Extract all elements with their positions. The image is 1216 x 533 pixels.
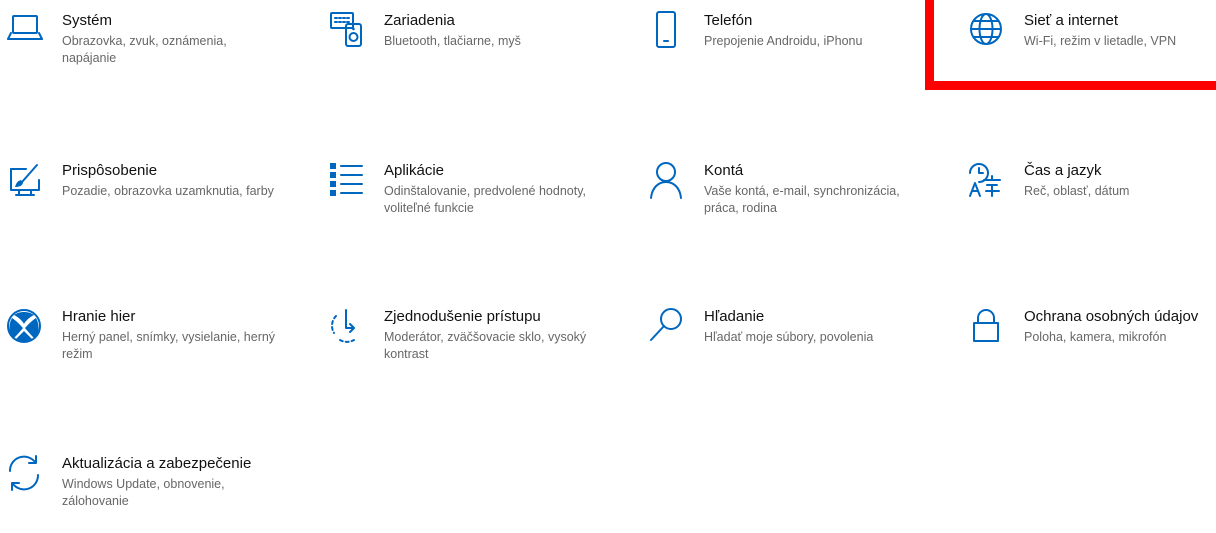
tile-search[interactable]: Hľadanie Hľadať moje súbory, povolenia bbox=[642, 306, 922, 396]
tile-devices[interactable]: Zariadenia Bluetooth, tlačiarne, myš bbox=[322, 10, 602, 100]
laptop-icon bbox=[4, 10, 44, 50]
devices-icon bbox=[326, 10, 366, 50]
tile-description: Herný panel, snímky, vysielanie, herný r… bbox=[62, 330, 276, 361]
tile-title: Čas a jazyk bbox=[1024, 162, 1102, 179]
tile-privacy[interactable]: Ochrana osobných údajov Poloha, kamera, … bbox=[962, 306, 1216, 396]
tile-description: Poloha, kamera, mikrofón bbox=[1024, 330, 1167, 344]
tile-time-language[interactable]: Čas a jazyk Reč, oblasť, dátum bbox=[962, 160, 1216, 250]
tile-title: Zjednodušenie prístupu bbox=[384, 308, 541, 325]
tile-description: Reč, oblasť, dátum bbox=[1024, 184, 1130, 198]
tile-title: Hľadanie bbox=[704, 308, 765, 325]
time-language-icon bbox=[966, 160, 1006, 200]
tile-update-security[interactable]: Aktualizácia a zabezpečenie Windows Upda… bbox=[0, 453, 280, 533]
personalization-icon bbox=[4, 160, 44, 200]
apps-list-icon bbox=[326, 160, 366, 200]
tile-description: Pozadie, obrazovka uzamknutia, farby bbox=[62, 184, 274, 198]
tile-title: Ochrana osobných údajov bbox=[1024, 308, 1199, 325]
tile-title: Aktualizácia a zabezpečenie bbox=[62, 455, 252, 472]
tile-title: Prispôsobenie bbox=[62, 162, 158, 179]
lock-icon bbox=[966, 306, 1006, 346]
tile-title: Kontá bbox=[704, 162, 744, 179]
ease-of-access-icon bbox=[326, 306, 366, 346]
phone-icon bbox=[646, 10, 686, 50]
tile-description: Prepojenie Androidu, iPhonu bbox=[704, 34, 863, 48]
tile-description: Bluetooth, tlačiarne, myš bbox=[384, 34, 521, 48]
tile-description: Vaše kontá, e-mail, synchronizácia, prác… bbox=[704, 184, 900, 215]
tile-description: Moderátor, zväčšovacie sklo, vysoký kont… bbox=[384, 330, 587, 361]
tile-title: Telefón bbox=[704, 12, 753, 29]
xbox-icon bbox=[4, 306, 44, 346]
settings-home-grid: Systém Obrazovka, zvuk, oznámenia, napáj… bbox=[0, 0, 1216, 533]
tile-phone[interactable]: Telefón Prepojenie Androidu, iPhonu bbox=[642, 10, 922, 100]
tile-description: Obrazovka, zvuk, oznámenia, napájanie bbox=[62, 34, 227, 65]
tile-title: Aplikácie bbox=[384, 162, 445, 179]
tile-system[interactable]: Systém Obrazovka, zvuk, oznámenia, napáj… bbox=[0, 10, 280, 100]
tile-title: Hranie hier bbox=[62, 308, 136, 325]
tile-title: Zariadenia bbox=[384, 12, 455, 29]
person-icon bbox=[646, 160, 686, 200]
red-highlight-frame bbox=[925, 0, 1216, 90]
tile-title: Systém bbox=[62, 12, 113, 29]
tile-ease-of-access[interactable]: Zjednodušenie prístupu Moderátor, zväčšo… bbox=[322, 306, 602, 396]
tile-personalization[interactable]: Prispôsobenie Pozadie, obrazovka uzamknu… bbox=[0, 160, 280, 250]
tile-gaming[interactable]: Hranie hier Herný panel, snímky, vysiela… bbox=[0, 306, 280, 396]
tile-description: Windows Update, obnovenie, zálohovanie bbox=[62, 477, 225, 508]
update-sync-icon bbox=[4, 453, 44, 493]
tile-apps[interactable]: Aplikácie Odinštalovanie, predvolené hod… bbox=[322, 160, 602, 250]
tile-accounts[interactable]: Kontá Vaše kontá, e-mail, synchronizácia… bbox=[642, 160, 922, 250]
search-icon bbox=[646, 306, 686, 346]
tile-description: Odinštalovanie, predvolené hodnoty, voli… bbox=[384, 184, 586, 215]
tile-description: Hľadať moje súbory, povolenia bbox=[704, 330, 874, 344]
